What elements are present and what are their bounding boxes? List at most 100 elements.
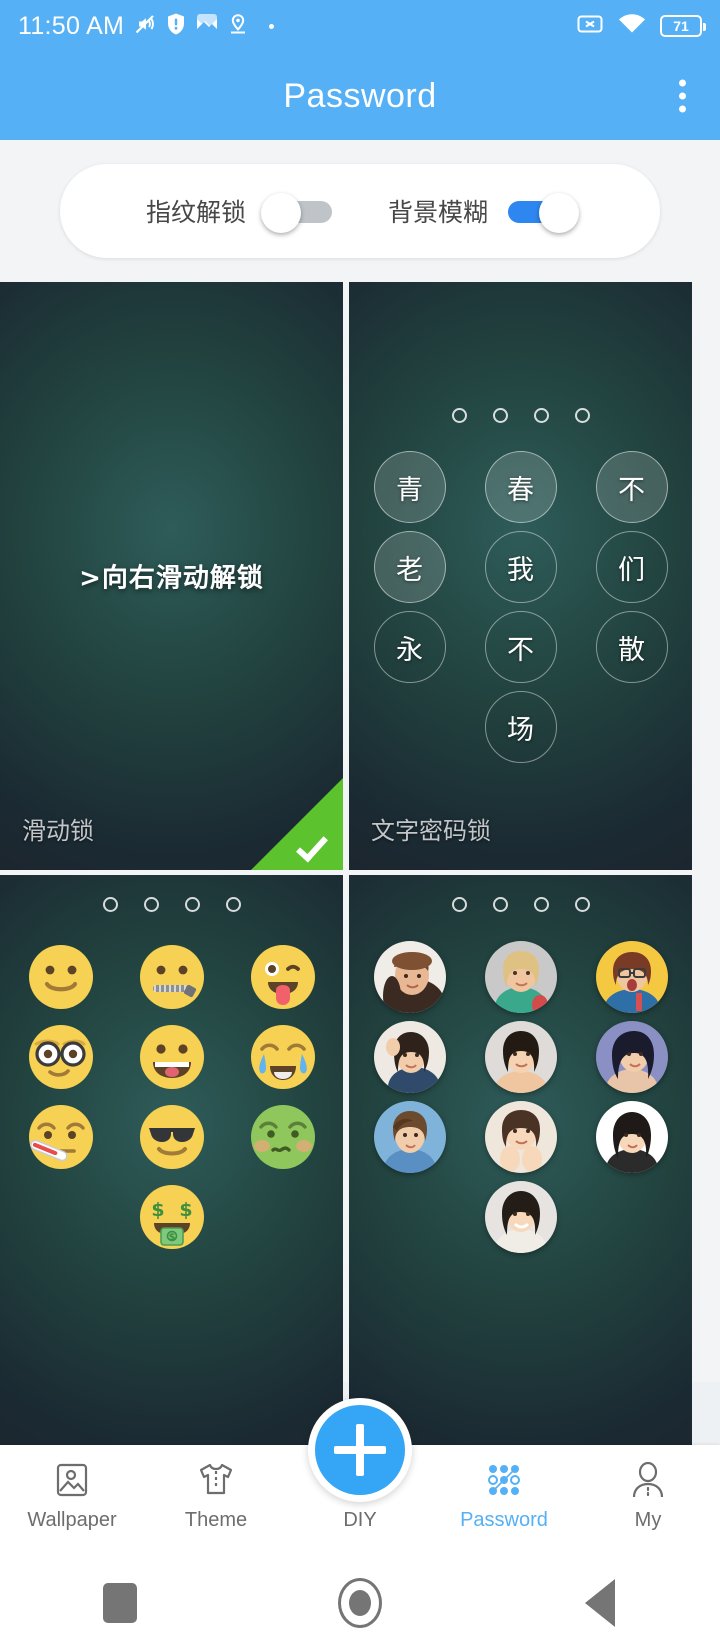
keypad-cell[interactable] xyxy=(16,1017,106,1097)
keypad-cell[interactable]: 散 xyxy=(587,607,677,687)
lock-card-text-password[interactable]: 青 春 不 老 我 们 永 不 散 场 文字密码锁 xyxy=(349,282,692,870)
nav-item-theme[interactable]: Theme xyxy=(144,1445,288,1532)
plus-icon xyxy=(356,1424,364,1476)
pattern-lock-icon xyxy=(483,1459,525,1501)
pin-dots xyxy=(349,897,692,912)
back-button[interactable] xyxy=(480,1578,720,1627)
keypad-cell[interactable]: 青 xyxy=(365,447,455,527)
keypad-cell[interactable] xyxy=(127,1017,217,1097)
nav-label-my: My xyxy=(634,1509,662,1531)
keypad-cell[interactable]: 永 xyxy=(365,607,455,687)
portrait-woman-glasses xyxy=(595,941,668,1013)
pin-dot xyxy=(225,897,241,912)
keypad-cell[interactable] xyxy=(127,1097,217,1177)
keypad-cell[interactable] xyxy=(476,937,566,1017)
lock-card-label: 滑动锁 xyxy=(22,817,94,845)
shield-warning-icon xyxy=(166,12,186,41)
portrait-woman-short-hair xyxy=(484,1021,557,1093)
nav-item-my[interactable]: My xyxy=(576,1445,720,1532)
switch-fingerprint-unlock[interactable] xyxy=(261,193,332,233)
toggle-background-blur[interactable]: 背景模糊 xyxy=(388,193,580,233)
keypad-cell[interactable] xyxy=(587,1017,677,1097)
portrait-woman-smiling xyxy=(484,1181,557,1253)
keypad-cell[interactable] xyxy=(476,1097,566,1177)
switch-background-blur[interactable] xyxy=(508,193,580,233)
keypad-cell[interactable] xyxy=(238,1017,328,1097)
keypad-cell[interactable] xyxy=(365,937,455,1017)
keypad-cell[interactable]: 不 xyxy=(587,447,677,527)
toggle-label-blur: 背景模糊 xyxy=(388,198,489,227)
keypad-cell[interactable] xyxy=(238,1097,328,1177)
location-icon xyxy=(228,12,248,41)
keypad-cell[interactable] xyxy=(587,1097,677,1177)
nav-label-diy: DIY xyxy=(343,1509,377,1531)
status-bar-time: 11:50 AM xyxy=(18,11,125,40)
nav-item-password[interactable]: Password xyxy=(432,1445,576,1532)
keypad-cell[interactable]: 不 xyxy=(476,607,566,687)
keypad-cell[interactable]: 场 xyxy=(476,687,566,767)
slide-unlock-text: >向右滑动解锁 xyxy=(79,563,264,594)
face-with-thermometer-icon xyxy=(28,1105,93,1169)
toggle-fingerprint-unlock[interactable]: 指纹解锁 xyxy=(145,193,332,233)
tshirt-icon xyxy=(195,1459,237,1501)
lock-card-slide[interactable]: >向右滑动解锁 滑动锁 xyxy=(0,282,343,870)
money-mouth-face-icon: $ $ $ xyxy=(139,1185,204,1249)
keypad-cell[interactable]: $ $ $ xyxy=(127,1177,217,1257)
pin-dot xyxy=(492,408,508,423)
keypad-cell[interactable] xyxy=(365,1097,455,1177)
nav-label-wallpaper: Wallpaper xyxy=(27,1509,117,1531)
keypad-cell[interactable] xyxy=(238,937,328,1017)
lock-style-grid: >向右滑动解锁 滑动锁 青 春 不 老 我 们 永 不 散 场 文字密码锁 $ … xyxy=(0,282,720,1463)
keypad-cell[interactable] xyxy=(587,937,677,1017)
keypad-cell[interactable]: 我 xyxy=(476,527,566,607)
battery-level: 71 xyxy=(673,18,689,34)
home-inner-dot-icon xyxy=(349,1589,371,1616)
keypad-cell[interactable] xyxy=(16,937,106,1017)
nauseated-face-icon xyxy=(250,1105,315,1169)
pin-dot xyxy=(574,408,590,423)
keypad-cell[interactable]: 老 xyxy=(365,527,455,607)
pin-dot xyxy=(451,408,467,423)
toggle-bar: 指纹解锁 背景模糊 xyxy=(60,164,660,258)
keypad-cell[interactable]: 们 xyxy=(587,527,677,607)
pin-dots xyxy=(0,897,343,912)
lock-card-label: 文字密码锁 xyxy=(371,817,491,845)
portrait-woman-hand-hair xyxy=(373,1021,446,1093)
app-bar: Password xyxy=(0,52,720,140)
nav-label-theme: Theme xyxy=(184,1509,248,1531)
lock-card-emoji[interactable]: $ $ $ xyxy=(0,875,343,1463)
portrait-woman-bangs xyxy=(595,1101,668,1173)
pin-dots xyxy=(349,408,692,423)
home-button[interactable] xyxy=(240,1577,480,1628)
photo-keypad xyxy=(349,937,692,1257)
overflow-dot-icon xyxy=(679,79,686,87)
nav-item-wallpaper[interactable]: Wallpaper xyxy=(0,1445,144,1532)
diy-fab-button[interactable] xyxy=(308,1398,412,1502)
toggle-label-fingerprint: 指纹解锁 xyxy=(145,198,246,227)
zipper-mouth-face-icon xyxy=(139,945,204,1009)
pin-dot xyxy=(102,897,118,912)
keypad-cell[interactable] xyxy=(16,1097,106,1177)
loudly-crying-face-icon xyxy=(250,1025,315,1089)
key-char: 不 xyxy=(484,611,557,683)
status-bar: 11:50 AM 71 xyxy=(0,0,720,52)
keypad-cell[interactable] xyxy=(476,1177,566,1257)
grinning-face-big-eyes-icon xyxy=(139,1025,204,1089)
key-char: 我 xyxy=(484,531,557,603)
overflow-menu-button[interactable] xyxy=(671,72,694,121)
key-char: 青 xyxy=(373,451,446,523)
keypad-cell[interactable] xyxy=(476,1017,566,1097)
keypad-cell[interactable]: 春 xyxy=(476,447,566,527)
status-bar-left-icons xyxy=(133,12,275,41)
keypad-cell[interactable] xyxy=(127,937,217,1017)
recents-button[interactable] xyxy=(0,1582,240,1623)
nerd-face-icon xyxy=(28,1025,93,1089)
keypad-cell[interactable] xyxy=(365,1017,455,1097)
key-char: 不 xyxy=(595,451,668,523)
selected-check-badge xyxy=(251,778,343,870)
pin-dot xyxy=(143,897,159,912)
battery-icon: 71 xyxy=(660,15,706,37)
lock-card-photo[interactable] xyxy=(349,875,692,1463)
smiling-face-with-sunglasses-icon xyxy=(139,1105,204,1169)
portrait-woman-hat xyxy=(373,941,446,1013)
